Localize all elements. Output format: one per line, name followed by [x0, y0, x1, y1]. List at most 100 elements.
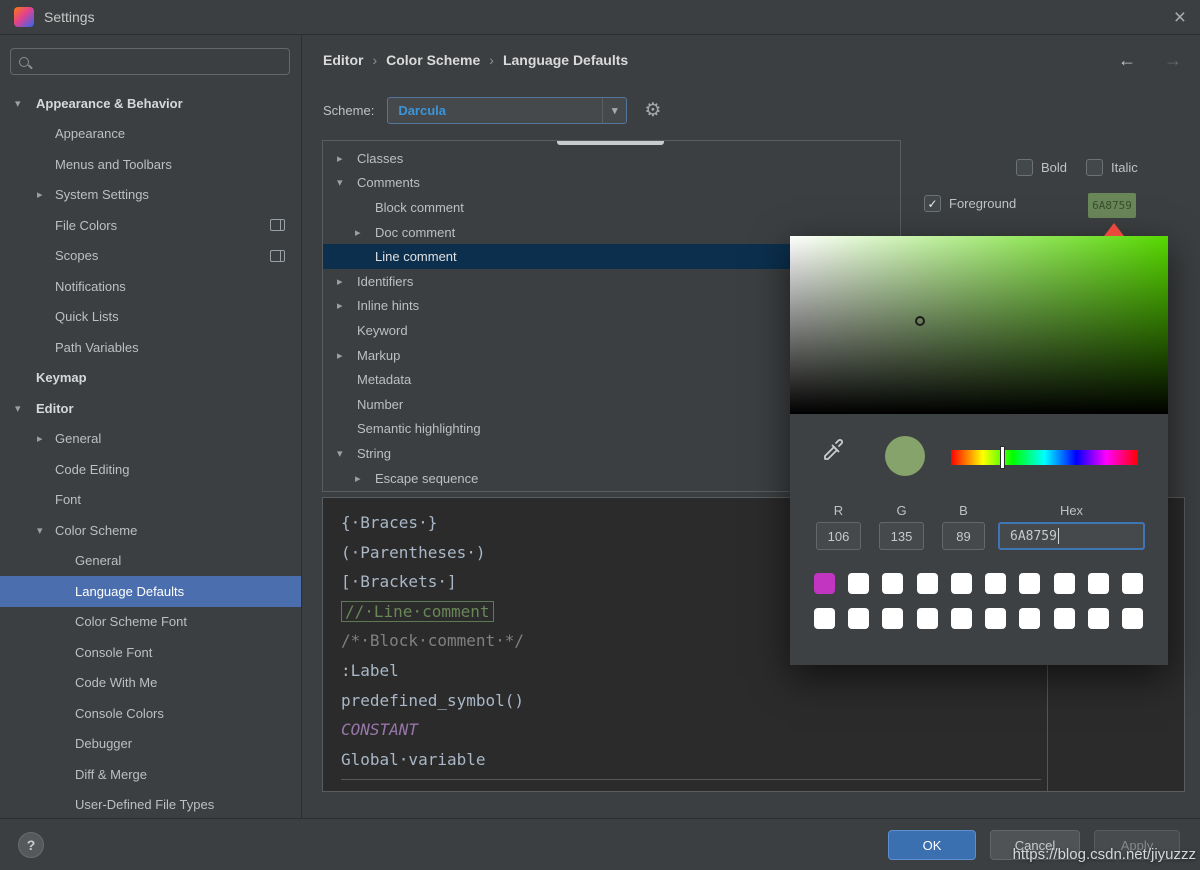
tree-item-block-comment[interactable]: Block comment	[323, 195, 900, 220]
preview-divider-horizontal	[341, 779, 1041, 780]
hue-slider[interactable]	[951, 450, 1138, 465]
palette-swatch[interactable]	[1019, 608, 1040, 629]
palette-swatch[interactable]	[917, 608, 938, 629]
tree-item-classes[interactable]: ▸Classes	[323, 146, 900, 171]
palette-swatch[interactable]	[1054, 573, 1075, 594]
sidebar-item-label: System Settings	[55, 187, 149, 202]
chevron-down-icon[interactable]: ▾	[337, 447, 343, 460]
gear-icon[interactable]: ⚙	[644, 101, 661, 120]
sidebar-item-label: User-Defined File Types	[75, 797, 214, 812]
preview-line[interactable]: Global·variable	[341, 745, 1184, 775]
chevron-right-icon[interactable]: ▸	[355, 226, 361, 239]
palette-swatch[interactable]	[1019, 573, 1040, 594]
sidebar-item-code-editing[interactable]: Code Editing	[0, 454, 301, 485]
sidebar-item-diff-merge[interactable]: Diff & Merge	[0, 759, 301, 790]
palette-swatch[interactable]	[848, 573, 869, 594]
search-input[interactable]	[36, 54, 281, 69]
help-button[interactable]: ?	[18, 832, 44, 858]
chevron-right-icon[interactable]: ▸	[355, 472, 361, 485]
chevron-right-icon[interactable]: ▸	[337, 349, 343, 362]
foreground-checkbox[interactable]: ✓	[924, 195, 941, 212]
palette-swatch[interactable]	[882, 573, 903, 594]
gradient-cursor[interactable]	[915, 316, 925, 326]
palette-swatch[interactable]	[814, 573, 835, 594]
foreground-option: ✓ Foreground	[924, 195, 1016, 212]
preview-line-text: //·Line·comment	[341, 601, 494, 622]
back-arrow-icon[interactable]: ←	[1118, 50, 1136, 71]
palette-swatch[interactable]	[985, 608, 1006, 629]
chevron-right-icon[interactable]: ▸	[37, 188, 43, 201]
palette-swatch[interactable]	[814, 608, 835, 629]
b-input[interactable]: 89	[942, 522, 985, 550]
text-caret	[1058, 528, 1059, 544]
hex-input[interactable]: 6A8759	[998, 522, 1145, 550]
sidebar-item-scopes[interactable]: Scopes	[0, 241, 301, 272]
sidebar-item-system-settings[interactable]: ▸ System Settings	[0, 180, 301, 211]
sidebar-item-code-with-me[interactable]: Code With Me	[0, 668, 301, 699]
sidebar-item-quick-lists[interactable]: Quick Lists	[0, 302, 301, 333]
sidebar-item-notifications[interactable]: Notifications	[0, 271, 301, 302]
chevron-down-icon[interactable]: ▾	[337, 176, 343, 189]
sidebar-item-menus-toolbars[interactable]: Menus and Toolbars	[0, 149, 301, 180]
sidebar-item-general[interactable]: ▸General	[0, 424, 301, 455]
preview-line[interactable]: CONSTANT	[341, 715, 1184, 745]
sidebar-item-path-variables[interactable]: Path Variables	[0, 332, 301, 363]
chevron-right-icon[interactable]: ▸	[337, 152, 343, 165]
eyedropper-icon[interactable]	[820, 438, 846, 464]
g-input[interactable]: 135	[879, 522, 924, 550]
palette-swatch[interactable]	[1054, 608, 1075, 629]
palette-swatch[interactable]	[1122, 573, 1143, 594]
forward-arrow-icon[interactable]: →	[1164, 50, 1182, 71]
scheme-dropdown[interactable]: Darcula ▾	[387, 97, 627, 124]
chevron-down-icon[interactable]: ▾	[15, 402, 21, 415]
g-label: G	[879, 503, 924, 518]
palette-swatch[interactable]	[1088, 573, 1109, 594]
preview-line[interactable]: predefined_symbol()	[341, 686, 1184, 716]
palette-swatch[interactable]	[951, 573, 972, 594]
bold-checkbox[interactable]	[1016, 159, 1033, 176]
palette-swatch[interactable]	[917, 573, 938, 594]
chevron-right-icon[interactable]: ▸	[37, 432, 43, 445]
sidebar-item-file-colors[interactable]: File Colors	[0, 210, 301, 241]
sidebar-item-keymap[interactable]: Keymap	[0, 363, 301, 394]
sidebar-item-color-scheme-font[interactable]: Color Scheme Font	[0, 607, 301, 638]
palette-swatch[interactable]	[985, 573, 1006, 594]
tree-item-label: Identifiers	[357, 274, 413, 289]
italic-checkbox[interactable]	[1086, 159, 1103, 176]
foreground-color-swatch[interactable]: 6A8759	[1088, 193, 1136, 218]
breadcrumb-editor[interactable]: Editor	[323, 52, 363, 68]
ok-button[interactable]: OK	[888, 830, 976, 860]
chevron-right-icon[interactable]: ▸	[337, 299, 343, 312]
sidebar-item-language-defaults[interactable]: Language Defaults	[0, 576, 301, 607]
close-icon[interactable]: ×	[1174, 7, 1186, 28]
horizontal-scrollbar-thumb[interactable]	[557, 141, 664, 145]
chevron-down-icon[interactable]: ▾	[15, 97, 21, 110]
palette-swatch[interactable]	[1122, 608, 1143, 629]
tree-item-comments[interactable]: ▾Comments	[323, 171, 900, 196]
search-icon	[19, 57, 29, 67]
chevron-down-icon[interactable]: ▾	[37, 524, 43, 537]
palette-swatch[interactable]	[882, 608, 903, 629]
palette-swatch[interactable]	[951, 608, 972, 629]
sidebar-item-editor[interactable]: ▾Editor	[0, 393, 301, 424]
sidebar-item-font[interactable]: Font	[0, 485, 301, 516]
sidebar-item-label: Code Editing	[55, 462, 129, 477]
saturation-brightness-gradient[interactable]	[790, 236, 1168, 414]
breadcrumb-color-scheme[interactable]: Color Scheme	[386, 52, 480, 68]
sidebar-item-color-scheme-general[interactable]: General	[0, 546, 301, 577]
sidebar-item-debugger[interactable]: Debugger	[0, 729, 301, 760]
sidebar-item-appearance[interactable]: Appearance	[0, 119, 301, 150]
sidebar-item-label: Color Scheme Font	[75, 614, 187, 629]
chevron-right-icon[interactable]: ▸	[337, 275, 343, 288]
sidebar-item-color-scheme[interactable]: ▾Color Scheme	[0, 515, 301, 546]
hue-slider-handle[interactable]	[1000, 446, 1005, 469]
sidebar-item-console-font[interactable]: Console Font	[0, 637, 301, 668]
dropdown-arrow-icon[interactable]: ▾	[602, 98, 626, 123]
palette-swatch[interactable]	[848, 608, 869, 629]
sidebar-item-user-defined-file-types[interactable]: User-Defined File Types	[0, 790, 301, 819]
r-input[interactable]: 106	[816, 522, 861, 550]
sidebar-item-appearance-behavior[interactable]: ▾Appearance & Behavior	[0, 88, 301, 119]
search-box[interactable]	[10, 48, 290, 75]
sidebar-item-console-colors[interactable]: Console Colors	[0, 698, 301, 729]
palette-swatch[interactable]	[1088, 608, 1109, 629]
